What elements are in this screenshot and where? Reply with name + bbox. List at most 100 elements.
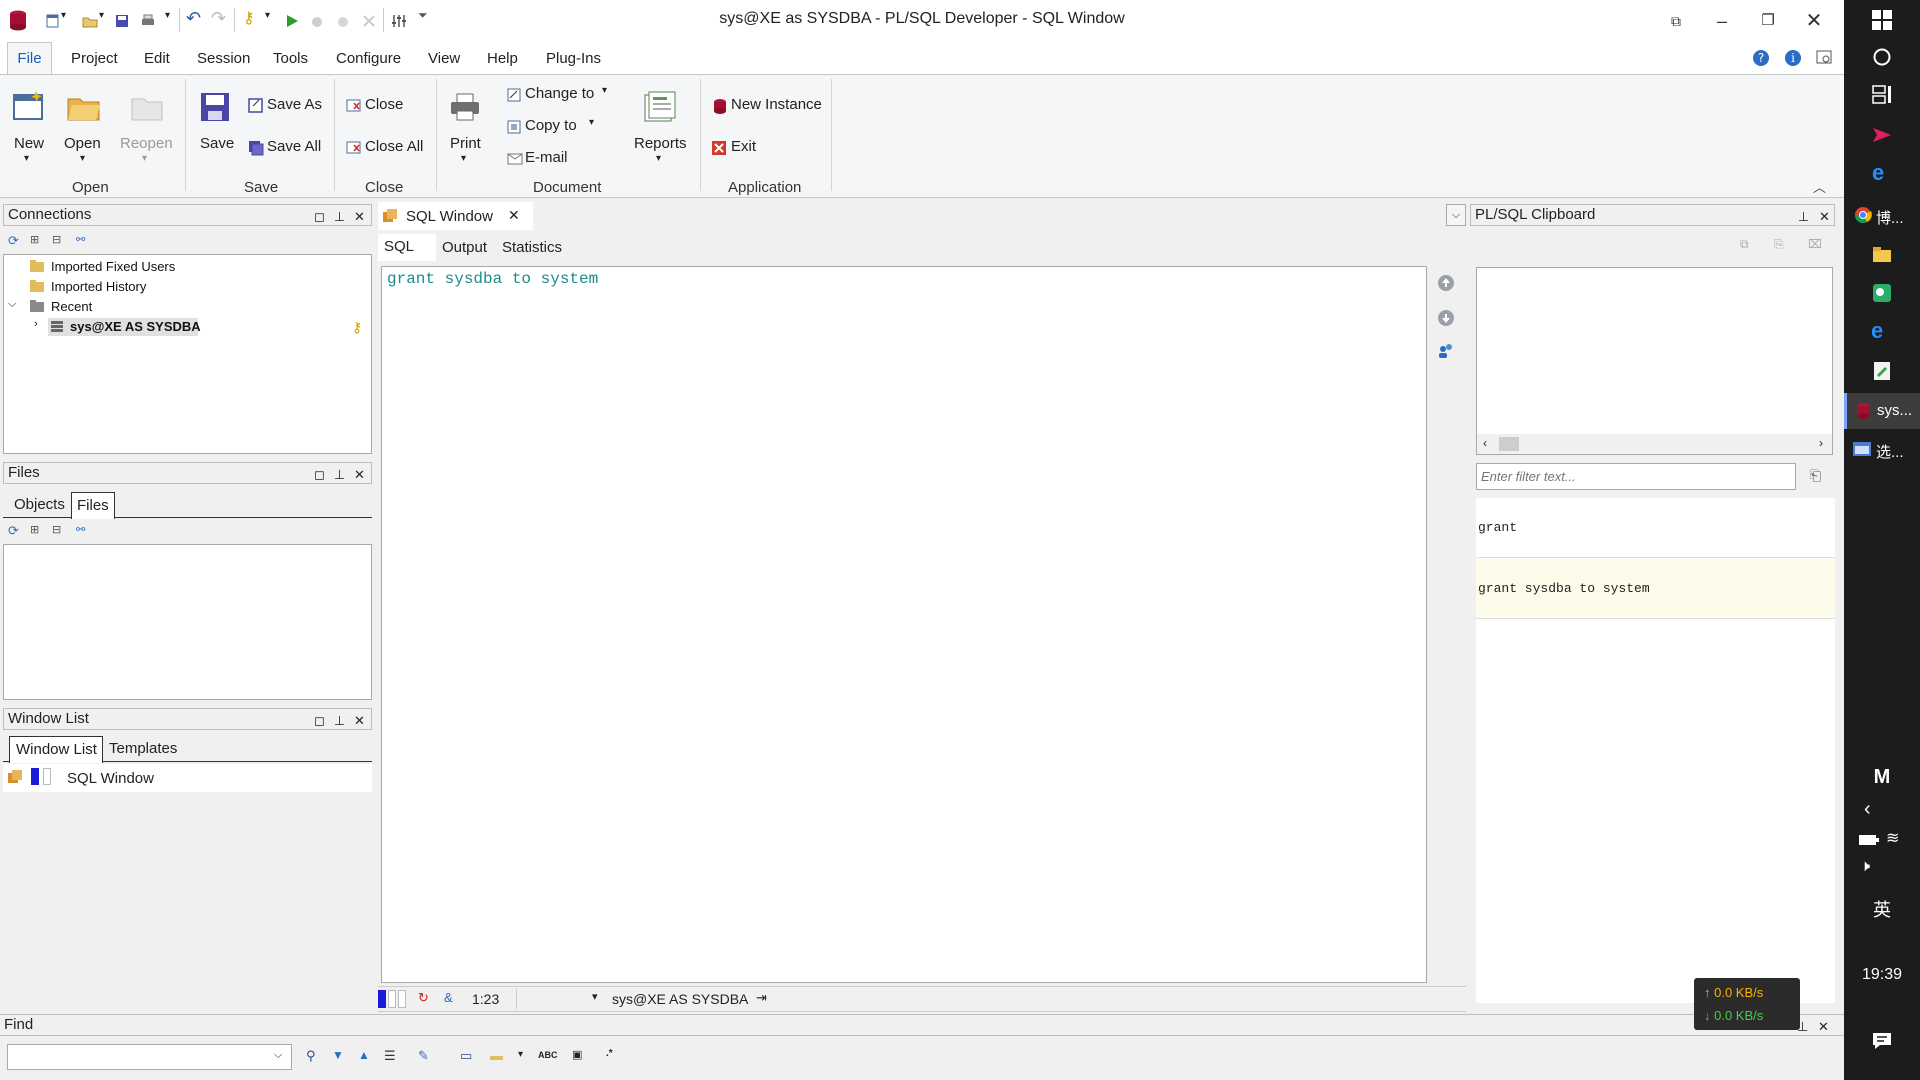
scroll-thumb[interactable] — [1499, 437, 1519, 451]
tab-sql-active[interactable]: SQL — [378, 234, 436, 261]
menu-plugins[interactable]: Plug-Ins — [546, 50, 601, 67]
highlight-icon[interactable]: ✎ — [418, 1048, 429, 1064]
maximize-button[interactable]: ❐ — [1748, 6, 1788, 36]
ie-browser-icon[interactable]: e — [1871, 318, 1883, 344]
menu-session[interactable]: Session — [197, 50, 250, 67]
pane-pin-icon[interactable]: ⊥ — [334, 711, 345, 731]
reports-button[interactable]: Reports ▾ — [632, 75, 688, 175]
paste-icon[interactable]: ⎘ — [1774, 237, 1784, 252]
battery-icon[interactable] — [1858, 833, 1880, 847]
match-case-icon[interactable]: ABC — [538, 1050, 558, 1060]
tab-templates[interactable]: Templates — [109, 740, 177, 757]
taskbar-item-plsql[interactable]: sys... — [1844, 393, 1920, 429]
clear-icon[interactable]: ⌧ — [1808, 237, 1822, 251]
windows-start-icon[interactable] — [1872, 10, 1892, 30]
pane-close-icon[interactable]: ✕ — [1819, 207, 1830, 227]
tree-expanded-icon[interactable]: ⌵ — [8, 298, 16, 311]
scroll-left-icon[interactable]: ‹ — [1483, 436, 1487, 450]
find-next-icon[interactable]: ▼ — [332, 1048, 344, 1062]
tab-objects[interactable]: Objects — [14, 496, 65, 513]
pane-close-icon[interactable]: ✕ — [354, 207, 365, 227]
tree-collapsed-icon[interactable]: › — [34, 318, 38, 330]
pane-pin-icon[interactable]: ⊥ — [334, 207, 345, 227]
wechat-icon[interactable] — [1872, 283, 1892, 303]
connect-icon[interactable]: ⚯ — [76, 233, 85, 246]
volume-icon[interactable]: 🕨 — [1860, 858, 1870, 876]
tab-list-dropdown-icon[interactable]: ⌵ — [1446, 204, 1466, 226]
connection-dropdown-icon[interactable]: ▾ — [592, 990, 598, 1003]
collapse-ribbon-icon[interactable]: ︿ — [1813, 177, 1826, 196]
new-button[interactable]: New ▾ — [8, 75, 48, 175]
pane-pin-icon[interactable]: ⊥ — [334, 465, 345, 485]
refresh-status-icon[interactable]: ↻ — [418, 990, 429, 1006]
folder-icon[interactable]: ▬ — [490, 1048, 503, 1063]
pin-connection-icon[interactable]: ⇥ — [756, 990, 767, 1006]
save-button[interactable]: Save — [196, 75, 236, 175]
list-icon[interactable]: ☰ — [384, 1048, 396, 1064]
pane-close-icon[interactable]: ✕ — [354, 465, 365, 485]
tab-window-list-active[interactable]: Window List — [9, 736, 103, 763]
connect-icon[interactable]: ⚯ — [76, 523, 85, 536]
clock[interactable]: 19:39 — [1844, 966, 1920, 984]
ime-language[interactable]: 英 — [1844, 896, 1920, 922]
restore-ribbon-icon[interactable]: ⧉ — [1656, 6, 1696, 36]
tab-output[interactable]: Output — [442, 239, 487, 256]
open-button[interactable]: Open ▾ — [62, 75, 106, 175]
tree-item-imported-history[interactable]: Imported History — [14, 279, 214, 295]
sql-editor[interactable]: grant sysdba to system — [381, 266, 1427, 983]
down-arrow-icon[interactable] — [1437, 309, 1455, 327]
scroll-right-icon[interactable]: › — [1819, 436, 1823, 450]
file-explorer-icon[interactable] — [1872, 245, 1892, 263]
clipboard-filter-input[interactable] — [1476, 463, 1796, 490]
new-item-icon[interactable]: ⎗ — [1810, 467, 1821, 484]
find-dropdown-icon[interactable]: ⌵ — [274, 1049, 282, 1062]
close-tab-icon[interactable]: ✕ — [508, 207, 520, 224]
tab-statistics[interactable]: Statistics — [502, 239, 562, 256]
menu-configure[interactable]: Configure — [336, 50, 401, 67]
info-icon[interactable]: i — [1784, 49, 1802, 67]
edge-browser-icon[interactable]: e — [1872, 160, 1884, 186]
menu-project[interactable]: Project — [71, 50, 118, 67]
wifi-icon[interactable]: ≋ — [1886, 828, 1899, 848]
connection-status[interactable]: sys@XE AS SYSDBA — [612, 991, 748, 1007]
up-arrow-icon[interactable] — [1437, 274, 1455, 292]
folder-dropdown-icon[interactable]: ▾ — [518, 1049, 523, 1060]
find-previous-icon[interactable]: ▲ — [358, 1048, 370, 1062]
notepad-icon[interactable] — [1872, 361, 1892, 381]
document-tab-sql-window[interactable]: SQL Window ✕ — [378, 202, 533, 230]
pane-restore-icon[interactable]: ◻ — [314, 711, 325, 731]
refresh-icon[interactable]: ⟳ — [8, 523, 19, 539]
sql-text[interactable]: grant sysdba to system — [387, 270, 598, 288]
binoculars-icon[interactable]: ⚲ — [306, 1048, 316, 1064]
reopen-button[interactable]: Reopen ▾ — [118, 75, 174, 175]
pane-pin-icon[interactable]: ⊥ — [1798, 207, 1809, 227]
tree-item-connection[interactable]: › sys@XE AS SYSDBA — [30, 318, 201, 336]
expand-all-icon[interactable]: ⊞ — [30, 523, 39, 536]
show-hidden-icons-icon[interactable]: ‹ — [1864, 798, 1871, 821]
clipboard-item-selected[interactable]: grant sysdba to system — [1476, 559, 1835, 619]
notification-icon[interactable] — [1872, 1032, 1892, 1050]
paper-plane-icon[interactable] — [1872, 126, 1892, 144]
pane-restore-icon[interactable]: ◻ — [314, 465, 325, 485]
expand-all-icon[interactable]: ⊞ — [30, 233, 39, 246]
find-input[interactable]: ⌵ — [7, 1044, 292, 1070]
users-icon[interactable] — [1437, 342, 1455, 360]
menu-view[interactable]: View — [428, 50, 460, 67]
menu-tools[interactable]: Tools — [273, 50, 308, 67]
taskbar-item-chrome[interactable]: 博... — [1844, 204, 1920, 228]
window-list-item[interactable]: SQL Window — [3, 764, 372, 792]
copy-icon[interactable]: ⧉ — [1740, 237, 1749, 252]
clipboard-item[interactable]: grant — [1476, 498, 1835, 558]
pane-close-icon[interactable]: ✕ — [354, 711, 365, 731]
tab-files-active[interactable]: Files — [71, 492, 115, 519]
collapse-all-icon[interactable]: ⊟ — [52, 233, 61, 246]
help-icon[interactable]: ? — [1752, 49, 1770, 67]
refresh-icon[interactable]: ⟳ — [8, 233, 19, 249]
print-button[interactable]: Print ▾ — [446, 75, 486, 175]
cortana-icon[interactable] — [1872, 47, 1892, 67]
menu-edit[interactable]: Edit — [144, 50, 170, 67]
taskbar-item-select[interactable]: 选... — [1844, 438, 1920, 462]
collapse-all-icon[interactable]: ⊟ — [52, 523, 61, 536]
tree-item-recent[interactable]: ⌵ Recent — [8, 298, 208, 315]
menu-file[interactable]: File — [7, 42, 52, 75]
